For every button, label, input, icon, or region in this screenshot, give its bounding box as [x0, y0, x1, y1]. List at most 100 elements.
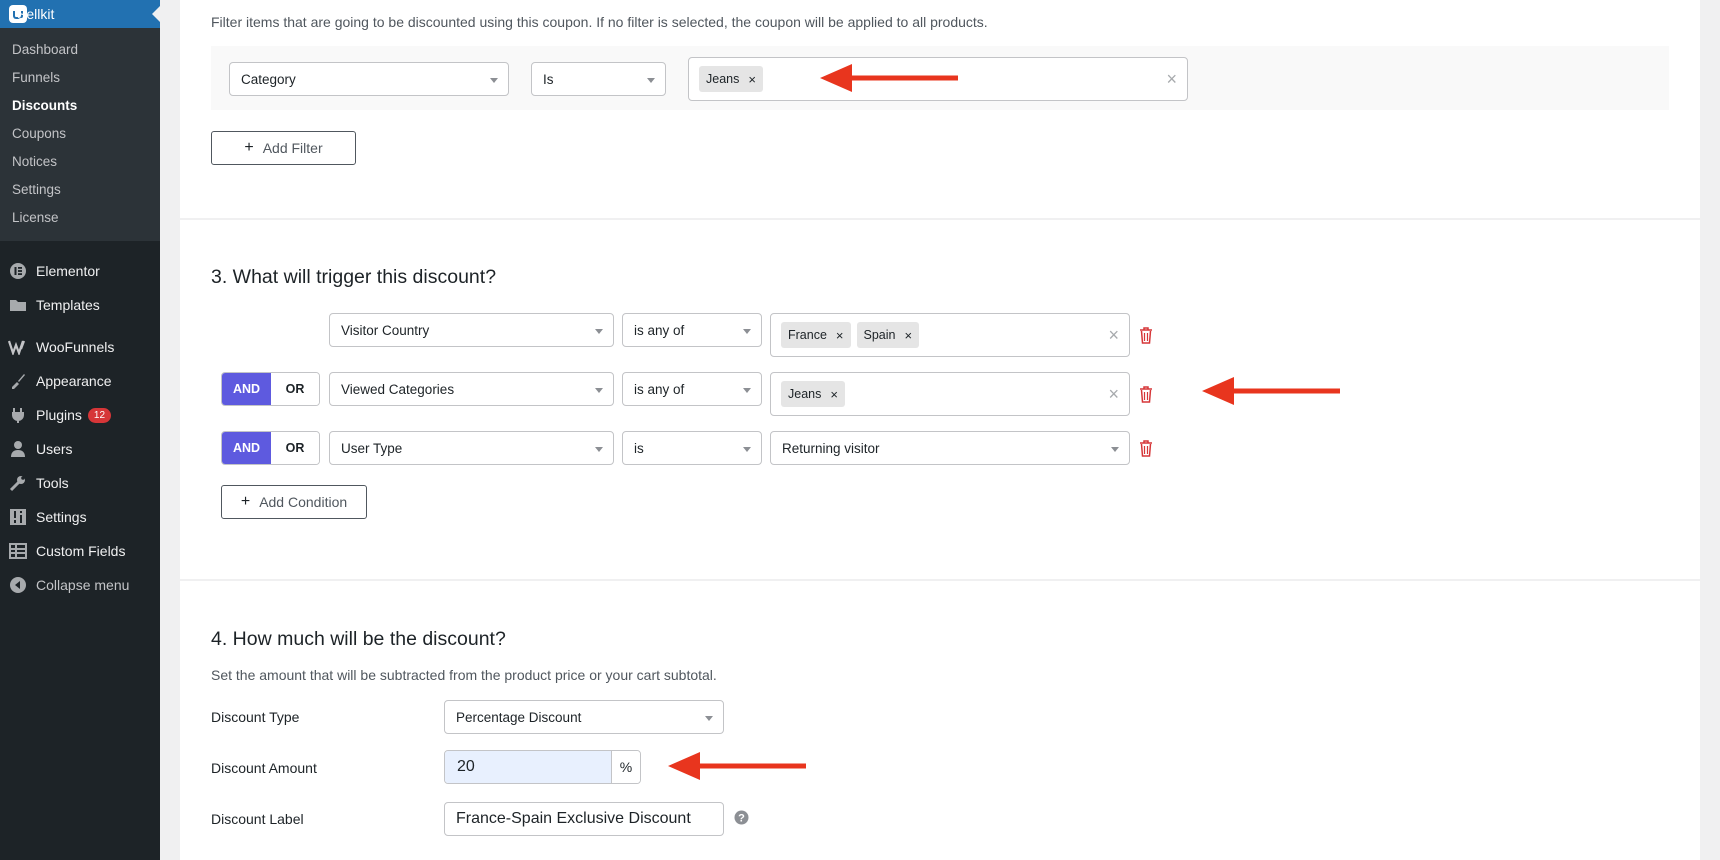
menu-item-templates[interactable]: Templates	[0, 288, 160, 322]
submenu-dashboard[interactable]: Dashboard	[0, 36, 160, 64]
remove-tag-icon[interactable]: ×	[904, 328, 912, 343]
and-toggle-button[interactable]: AND	[222, 373, 271, 405]
submenu-settings[interactable]: Settings	[0, 176, 160, 204]
menu-item-tools[interactable]: Tools	[0, 466, 160, 500]
menu-label: Custom Fields	[36, 543, 126, 559]
main-content	[180, 0, 1700, 860]
discount-label-input[interactable]: France-Spain Exclusive Discount	[444, 802, 724, 836]
menu-label: Appearance	[36, 373, 112, 389]
trash-icon[interactable]	[1138, 385, 1154, 403]
chevron-down-icon	[647, 78, 655, 83]
collapse-icon	[0, 576, 36, 594]
clear-icon[interactable]: ×	[1166, 69, 1177, 89]
condition-value-select[interactable]: Returning visitor	[770, 431, 1130, 465]
remove-tag-icon[interactable]: ×	[836, 328, 844, 343]
menu-item-settings[interactable]: Settings	[0, 500, 160, 534]
menu-item-custom-fields[interactable]: Custom Fields	[0, 534, 160, 568]
select-value: Percentage Discount	[456, 709, 582, 725]
chevron-down-icon	[743, 447, 751, 452]
select-value: Returning visitor	[782, 440, 880, 456]
condition-field-select[interactable]: Visitor Country	[329, 313, 614, 347]
filter-operator-select[interactable]: Is	[531, 62, 666, 96]
select-value: is any of	[634, 322, 685, 338]
active-indicator	[152, 6, 160, 22]
tag-label: Jeans	[788, 387, 822, 401]
submenu-license[interactable]: License	[0, 204, 160, 232]
select-value: Visitor Country	[341, 322, 430, 338]
chevron-down-icon	[595, 329, 603, 334]
annotation-arrow	[668, 752, 806, 780]
discount-type-label: Discount Type	[211, 709, 300, 725]
admin-sidebar: Sellkit Dashboard Funnels Discounts Coup…	[0, 0, 160, 860]
menu-item-appearance[interactable]: Appearance	[0, 364, 160, 398]
add-condition-button[interactable]: + Add Condition	[221, 485, 367, 519]
chevron-down-icon	[743, 388, 751, 393]
condition-operator-select[interactable]: is any of	[622, 372, 762, 406]
menu-item-plugins[interactable]: Plugins 12	[0, 398, 160, 432]
help-icon[interactable]: ?	[734, 810, 749, 825]
condition-operator-select[interactable]: is any of	[622, 313, 762, 347]
chevron-down-icon	[705, 716, 713, 721]
condition-field-select[interactable]: Viewed Categories	[329, 372, 614, 406]
select-value: Is	[543, 71, 554, 87]
chevron-down-icon	[1111, 447, 1119, 452]
menu-item-elementor[interactable]: Elementor	[0, 254, 160, 288]
button-label: Add Condition	[259, 494, 348, 510]
filter-field-select[interactable]: Category	[229, 62, 509, 96]
sellkit-menu-label: Sellkit	[17, 6, 55, 22]
or-toggle-button[interactable]: OR	[271, 432, 319, 464]
menu-label: Templates	[36, 297, 100, 313]
discount-amount-field: 20 %	[444, 750, 641, 784]
discount-type-select[interactable]: Percentage Discount	[444, 700, 724, 734]
remove-tag-icon[interactable]: ×	[748, 72, 756, 87]
user-icon	[0, 440, 36, 458]
menu-label: Plugins	[36, 407, 82, 423]
select-value: is	[634, 440, 644, 456]
trash-icon[interactable]	[1138, 439, 1154, 457]
submenu-coupons[interactable]: Coupons	[0, 120, 160, 148]
filter-description: Filter items that are going to be discou…	[211, 14, 988, 30]
annotation-arrow	[820, 64, 958, 92]
svg-text:?: ?	[738, 813, 745, 825]
trash-icon[interactable]	[1138, 326, 1154, 344]
tag-label: Jeans	[706, 72, 740, 86]
folder-icon	[0, 297, 36, 313]
chevron-down-icon	[595, 388, 603, 393]
amount-section-title: 4. How much will be the discount?	[211, 628, 506, 650]
select-value: Viewed Categories	[341, 381, 455, 397]
condition-tag: France ×	[781, 322, 851, 348]
add-filter-button[interactable]: + Add Filter	[211, 131, 356, 165]
and-toggle-button[interactable]: AND	[222, 432, 271, 464]
condition-tag: Spain ×	[856, 322, 920, 348]
plus-icon: +	[244, 139, 254, 156]
condition-tag: Jeans ×	[781, 381, 845, 407]
sellkit-menu-header[interactable]: Sellkit	[0, 0, 160, 28]
plus-icon: +	[240, 493, 251, 510]
select-value: Category	[241, 71, 296, 87]
elementor-icon	[0, 262, 36, 280]
submenu-discounts[interactable]: Discounts	[0, 92, 160, 120]
submenu-notices[interactable]: Notices	[0, 148, 160, 176]
annotation-arrow	[1202, 377, 1340, 405]
condition-value-multiselect[interactable]: France × Spain × ×	[770, 313, 1130, 357]
discount-amount-input[interactable]: 20	[445, 751, 611, 783]
submenu-funnels[interactable]: Funnels	[0, 64, 160, 92]
clear-icon[interactable]: ×	[1108, 384, 1119, 404]
remove-tag-icon[interactable]: ×	[830, 387, 838, 402]
menu-label: Settings	[36, 509, 87, 525]
chevron-down-icon	[743, 329, 751, 334]
menu-label: Users	[36, 441, 73, 457]
and-or-toggle: AND OR	[221, 372, 320, 406]
condition-value-multiselect[interactable]: Jeans × ×	[770, 372, 1130, 416]
settings-sliders-icon	[0, 508, 36, 526]
condition-operator-select[interactable]: is	[622, 431, 762, 465]
condition-field-select[interactable]: User Type	[329, 431, 614, 465]
plugin-icon	[0, 406, 36, 424]
clear-icon[interactable]: ×	[1108, 325, 1119, 345]
or-toggle-button[interactable]: OR	[271, 373, 319, 405]
button-label: Add Filter	[262, 140, 323, 156]
menu-label: Tools	[36, 475, 69, 491]
menu-item-users[interactable]: Users	[0, 432, 160, 466]
menu-item-collapse[interactable]: Collapse menu	[0, 568, 160, 602]
menu-item-woofunnels[interactable]: WooFunnels	[0, 330, 160, 364]
